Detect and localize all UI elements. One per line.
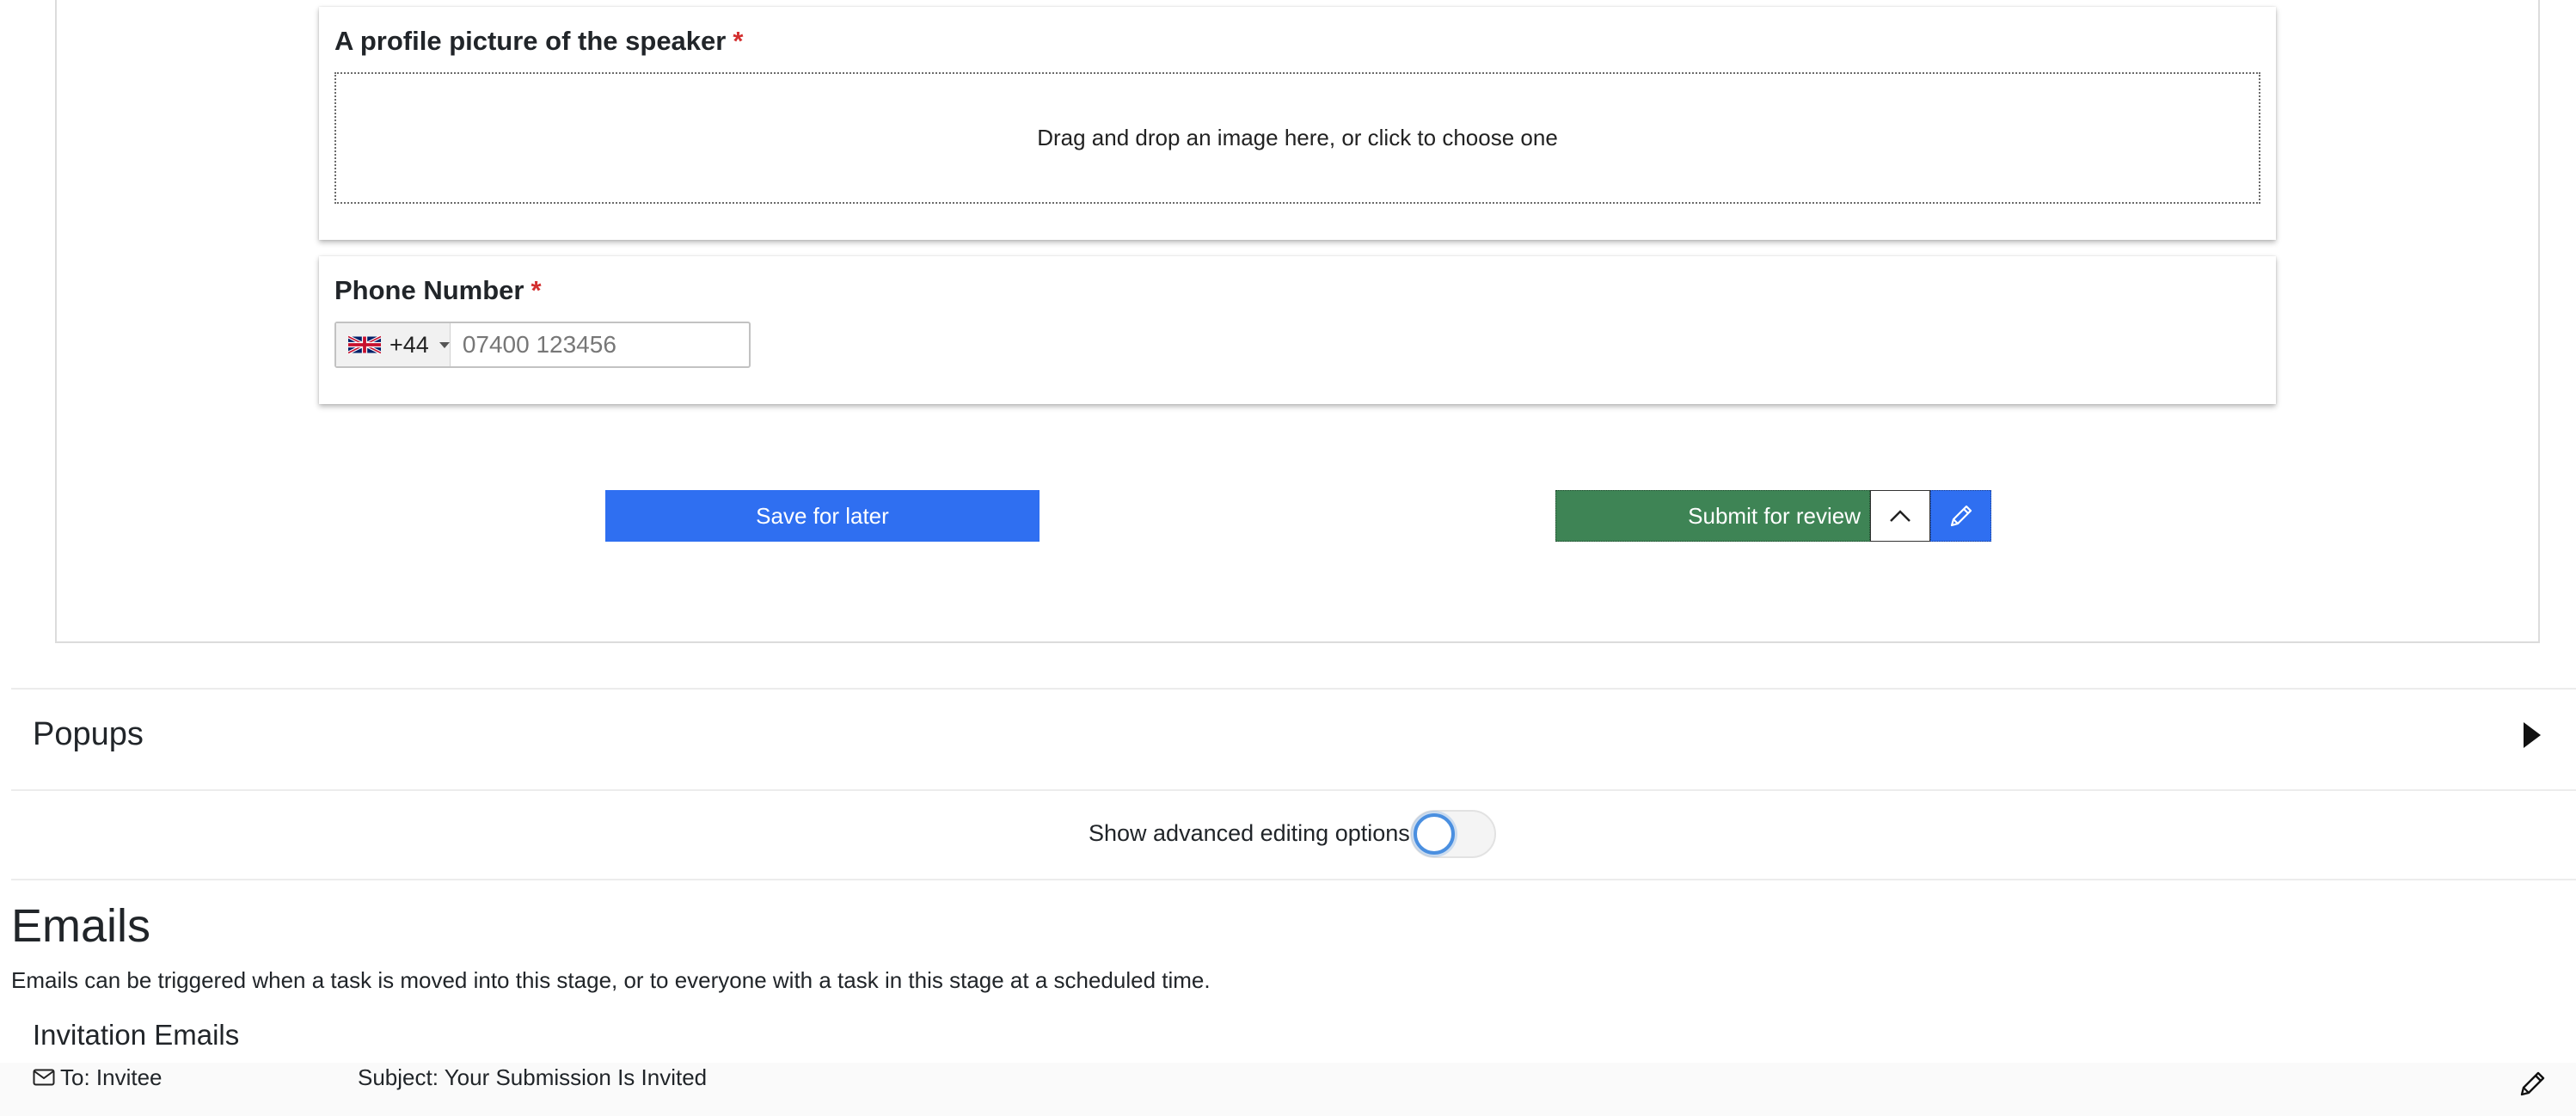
edit-submit-button[interactable] (1930, 490, 1991, 542)
country-code-selector[interactable]: +44 (336, 323, 451, 366)
switch-knob (1414, 813, 1455, 855)
pencil-icon (1950, 505, 1972, 527)
phone-number-input[interactable] (450, 322, 775, 367)
popups-title: Popups (33, 716, 144, 752)
submit-label: Submit for review (1688, 502, 1861, 529)
submit-options-toggle-button[interactable] (1870, 490, 1930, 542)
caret-down-icon (439, 341, 450, 348)
phone-input-group: +44 (334, 322, 775, 368)
pencil-icon[interactable] (2518, 1070, 2547, 1099)
save-for-later-button[interactable]: Save for later (605, 490, 1040, 542)
required-asterisk: * (531, 275, 542, 305)
emails-title: Emails (11, 900, 151, 952)
email-subject: Subject: Your Submission Is Invited (358, 1064, 708, 1090)
divider (11, 789, 2576, 791)
divider (11, 879, 2576, 880)
envelope-icon (33, 1069, 55, 1086)
dropzone-text: Drag and drop an image here, or click to… (1037, 125, 1558, 150)
profile-picture-label-text: A profile picture of the speaker (334, 26, 727, 56)
divider (11, 688, 2576, 690)
profile-picture-label: A profile picture of the speaker * (334, 26, 743, 57)
phone-number-label-text: Phone Number (334, 275, 524, 305)
dial-code: +44 (389, 331, 429, 358)
invitation-emails-title: Invitation Emails (33, 1019, 240, 1051)
caret-right-icon[interactable] (2522, 720, 2542, 750)
advanced-options-switch[interactable] (1410, 810, 1496, 858)
phone-number-label: Phone Number * (334, 275, 542, 306)
chevron-up-icon (1890, 510, 1911, 522)
advanced-options-label: Show advanced editing options (1089, 820, 1410, 846)
uk-flag-icon (348, 334, 381, 355)
submit-for-review-button[interactable]: Submit for review (1555, 490, 1870, 542)
required-asterisk: * (733, 26, 744, 56)
emails-description: Emails can be triggered when a task is m… (11, 967, 1211, 993)
email-recipient: To: Invitee (60, 1064, 163, 1090)
image-dropzone[interactable]: Drag and drop an image here, or click to… (334, 72, 2260, 204)
